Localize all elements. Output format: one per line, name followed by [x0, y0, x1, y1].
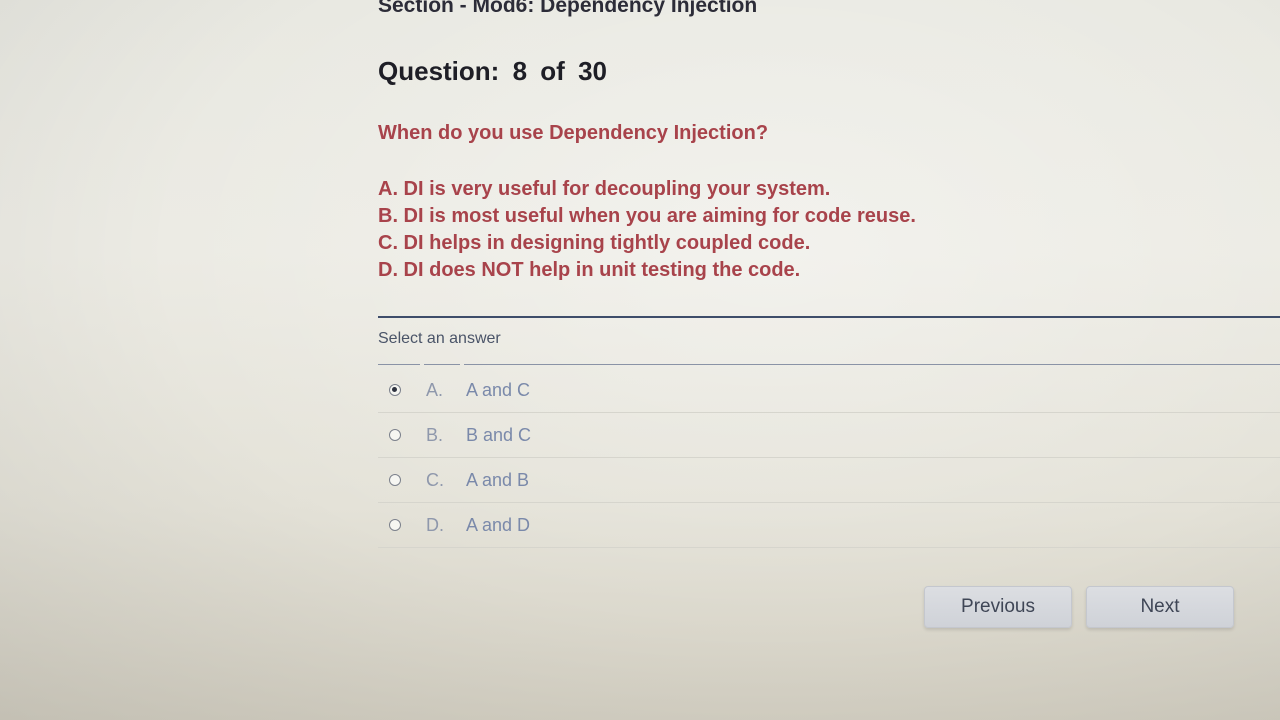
answer-text: A and D [466, 514, 531, 535]
question-text: When do you use Dependency Injection? [378, 122, 769, 144]
answer-letter: B. [426, 424, 444, 445]
next-button[interactable]: Next [1086, 586, 1234, 628]
answer-letter: A. [426, 379, 444, 400]
answer-option-d[interactable]: D. A and D [378, 503, 1280, 548]
radio-button-selected[interactable] [389, 384, 401, 396]
question-label: Question: [378, 56, 500, 86]
radio-button[interactable] [389, 474, 401, 486]
answer-option-a[interactable]: A. A and C [378, 368, 1280, 413]
statement-d: D. DI does NOT help in unit testing the … [378, 259, 801, 281]
statement-c: C. DI helps in designing tightly coupled… [378, 232, 811, 254]
question-divider [378, 316, 1280, 318]
answer-options: A. A and C B. B and C C. A and B D. A an… [378, 368, 1280, 548]
question-total: 30 [578, 56, 607, 86]
statement-b: B. DI is most useful when you are aiming… [378, 205, 916, 227]
quiz-content: Section - Mod6: Dependency Injection Que… [378, 0, 1280, 720]
answer-text: A and C [466, 379, 531, 400]
answer-text: A and B [466, 469, 530, 490]
answer-text: B and C [466, 424, 532, 445]
statement-a: A. DI is very useful for decoupling your… [378, 178, 831, 200]
answer-header-rule [424, 364, 460, 365]
answer-letter: D. [426, 514, 444, 535]
radio-button[interactable] [389, 519, 401, 531]
question-heading: Question: 8 of 30 [378, 56, 613, 87]
answer-option-b[interactable]: B. B and C [378, 413, 1280, 458]
answer-header-rule [378, 364, 420, 365]
select-answer-label: Select an answer [378, 330, 501, 347]
section-title: Section - Mod6: Dependency Injection [378, 0, 758, 17]
question-number: 8 [512, 56, 528, 86]
answer-option-c[interactable]: C. A and B [378, 458, 1280, 503]
question-statements: A. DI is very useful for decoupling your… [378, 176, 916, 284]
previous-button[interactable]: Previous [924, 586, 1072, 628]
answer-letter: C. [426, 469, 444, 490]
question-of-label: of [540, 56, 565, 86]
answer-header-rule [464, 364, 1280, 365]
radio-button[interactable] [389, 429, 401, 441]
